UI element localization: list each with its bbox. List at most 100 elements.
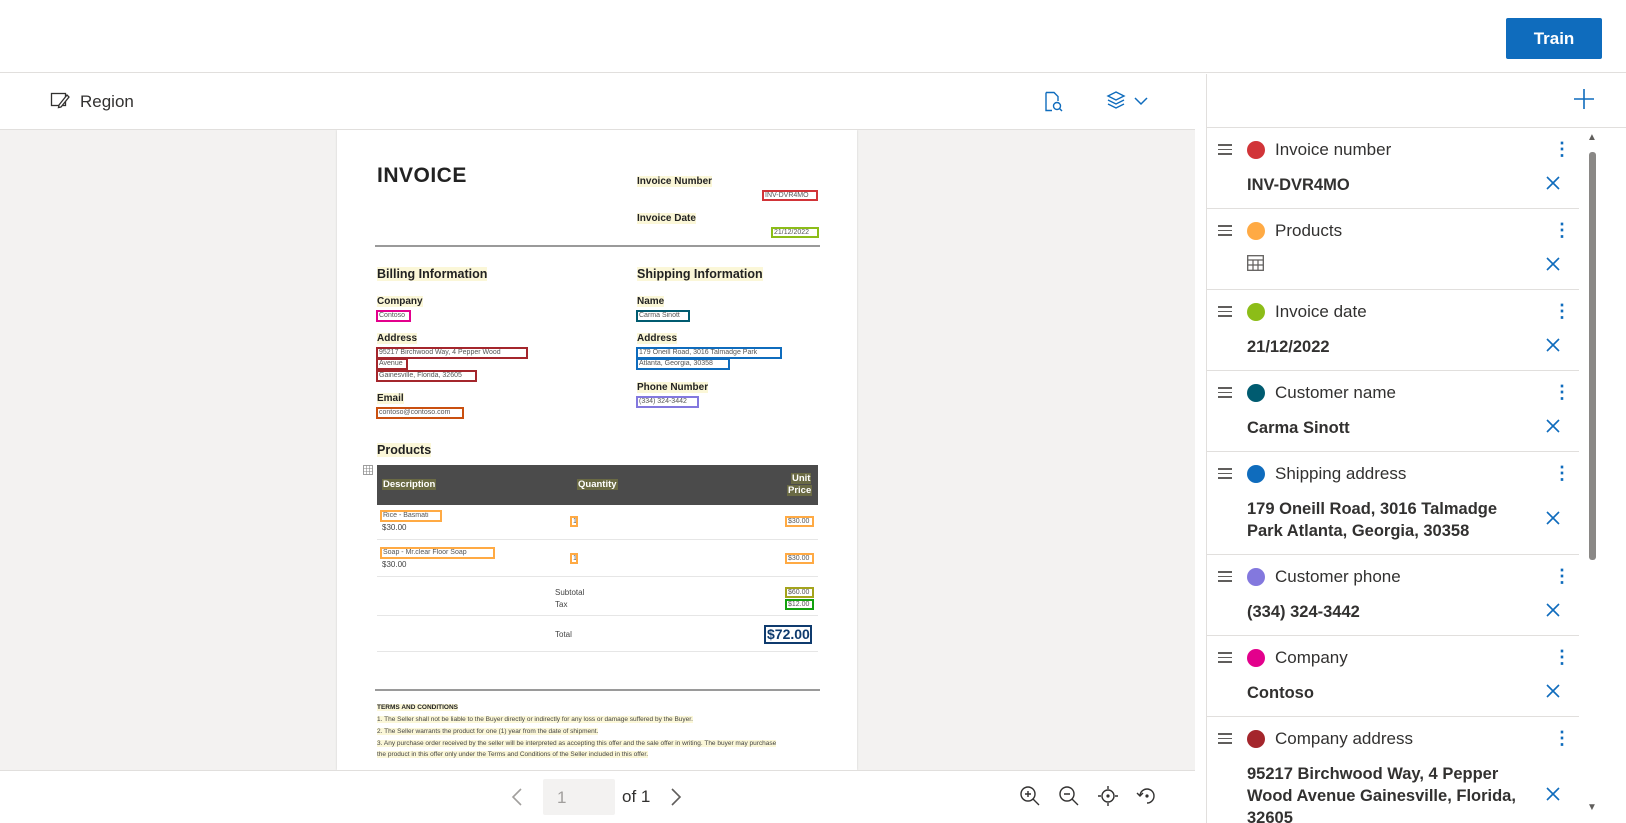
field-value-row bbox=[1207, 255, 1579, 277]
layers-dropdown[interactable] bbox=[1106, 90, 1148, 114]
scroll-up-icon[interactable]: ▲ bbox=[1587, 132, 1597, 143]
row-divider bbox=[377, 539, 818, 540]
scrollbar-thumb[interactable] bbox=[1589, 152, 1596, 560]
product-row-2-price-region[interactable]: $30.00 bbox=[785, 553, 814, 564]
field-value: 21/12/2022 bbox=[1247, 338, 1330, 356]
more-options-icon[interactable]: ⋮ bbox=[1553, 729, 1571, 747]
page-number-input[interactable]: 1 bbox=[543, 779, 615, 815]
drag-handle-icon[interactable] bbox=[1218, 571, 1234, 585]
more-options-icon[interactable]: ⋮ bbox=[1553, 567, 1571, 585]
customer-name-region[interactable]: Carma Sinott bbox=[636, 310, 690, 322]
close-icon[interactable] bbox=[1545, 683, 1561, 703]
field-name: Invoice date bbox=[1275, 302, 1367, 321]
close-icon[interactable] bbox=[1545, 175, 1561, 195]
field-value: 179 Oneill Road, 3016 Talmadge Park Atla… bbox=[1247, 500, 1498, 540]
field-item[interactable]: Customer phone ⋮ (334) 324-3442 bbox=[1207, 555, 1579, 636]
add-field-icon[interactable] bbox=[1573, 88, 1595, 113]
previous-page-icon[interactable] bbox=[510, 787, 524, 812]
row-divider bbox=[377, 615, 818, 616]
field-color-dot[interactable] bbox=[1247, 568, 1265, 586]
billing-address-line3-region[interactable]: Gainesville, Florida, 32605 bbox=[376, 370, 477, 382]
region-button[interactable]: Region bbox=[50, 90, 134, 114]
field-name: Customer phone bbox=[1275, 567, 1401, 586]
field-color-dot[interactable] bbox=[1247, 303, 1265, 321]
product-row-2-desc-region[interactable]: Soap - Mr.clear Floor Soap bbox=[380, 547, 495, 559]
page-number-value: 1 bbox=[557, 788, 567, 807]
field-list: Invoice number ⋮ INV-DVR4MO Products ⋮ I… bbox=[1207, 128, 1579, 823]
drag-handle-icon[interactable] bbox=[1218, 306, 1234, 320]
tax-region[interactable]: $12.00 bbox=[785, 599, 814, 610]
close-icon[interactable] bbox=[1545, 337, 1561, 357]
field-item[interactable]: Customer name ⋮ Carma Sinott bbox=[1207, 371, 1579, 452]
rotate-icon[interactable] bbox=[1136, 785, 1158, 812]
close-icon[interactable] bbox=[1545, 510, 1561, 530]
more-options-icon[interactable]: ⋮ bbox=[1553, 464, 1571, 482]
field-color-dot[interactable] bbox=[1247, 141, 1265, 159]
drag-handle-icon[interactable] bbox=[1218, 387, 1234, 401]
invoice-number-region[interactable]: INV-DVR4MO bbox=[762, 190, 818, 201]
document-viewer: Region INVOICE Invoice Number INV-DVR4MO… bbox=[0, 74, 1195, 823]
zoom-in-icon[interactable] bbox=[1019, 785, 1041, 812]
product-row-1-qty-region[interactable]: 1 bbox=[570, 516, 578, 527]
more-options-icon[interactable]: ⋮ bbox=[1553, 383, 1571, 401]
document-analyze-icon[interactable] bbox=[1043, 90, 1063, 114]
field-color-dot[interactable] bbox=[1247, 649, 1265, 667]
shipping-address-label: Address bbox=[637, 333, 678, 344]
email-region[interactable]: contoso@contoso.com bbox=[376, 407, 464, 419]
close-icon[interactable] bbox=[1545, 602, 1561, 622]
field-item[interactable]: Company address ⋮ 95217 Birchwood Way, 4… bbox=[1207, 717, 1579, 823]
fit-to-page-icon[interactable] bbox=[1097, 785, 1119, 812]
field-color-dot[interactable] bbox=[1247, 730, 1265, 748]
scrollbar[interactable]: ▲ ▼ bbox=[1585, 128, 1599, 823]
close-icon[interactable] bbox=[1545, 256, 1561, 276]
field-item[interactable]: Company ⋮ Contoso bbox=[1207, 636, 1579, 717]
scroll-down-icon[interactable]: ▼ bbox=[1587, 802, 1597, 813]
company-region[interactable]: Contoso bbox=[376, 310, 411, 322]
field-name: Customer name bbox=[1275, 383, 1396, 402]
table-icon[interactable] bbox=[1247, 255, 1264, 275]
product-row-2-qty-region[interactable]: 1 bbox=[570, 553, 578, 564]
product-row-1-desc-region[interactable]: Rice - Basmati bbox=[380, 510, 442, 522]
field-item[interactable]: Invoice number ⋮ INV-DVR4MO bbox=[1207, 128, 1579, 209]
document-canvas[interactable]: INVOICE Invoice Number INV-DVR4MO Invoic… bbox=[0, 130, 1195, 770]
products-heading: Products bbox=[377, 443, 432, 457]
terms-line-4: the product in this offer only under the… bbox=[377, 751, 648, 758]
close-icon[interactable] bbox=[1545, 418, 1561, 438]
more-options-icon[interactable]: ⋮ bbox=[1553, 221, 1571, 239]
total-region[interactable]: $72.00 bbox=[764, 625, 812, 644]
subtotal-region[interactable]: $60.00 bbox=[785, 587, 814, 598]
drag-handle-icon[interactable] bbox=[1218, 733, 1234, 747]
drag-handle-icon[interactable] bbox=[1218, 225, 1234, 239]
field-value-row: 21/12/2022 bbox=[1207, 336, 1579, 358]
shipping-address-line2-region[interactable]: Atlanta, Georgia, 30358 bbox=[636, 358, 730, 370]
field-name: Invoice number bbox=[1275, 140, 1392, 159]
col-unit-price-2: Price bbox=[787, 485, 813, 496]
field-value: Carma Sinott bbox=[1247, 419, 1350, 437]
field-color-dot[interactable] bbox=[1247, 465, 1265, 483]
field-color-dot[interactable] bbox=[1247, 222, 1265, 240]
invoice-page: INVOICE Invoice Number INV-DVR4MO Invoic… bbox=[337, 130, 857, 770]
phone-region[interactable]: (334) 324-3442 bbox=[636, 396, 699, 408]
more-options-icon[interactable]: ⋮ bbox=[1553, 140, 1571, 158]
top-bar: Train bbox=[0, 0, 1626, 73]
drag-handle-icon[interactable] bbox=[1218, 652, 1234, 666]
product-row-1-price-region[interactable]: $30.00 bbox=[785, 516, 814, 527]
field-color-dot[interactable] bbox=[1247, 384, 1265, 402]
drag-handle-icon[interactable] bbox=[1218, 144, 1234, 158]
field-item[interactable]: Shipping address ⋮ 179 Oneill Road, 3016… bbox=[1207, 452, 1579, 555]
zoom-out-icon[interactable] bbox=[1058, 785, 1080, 812]
next-page-icon[interactable] bbox=[669, 787, 683, 812]
close-icon[interactable] bbox=[1545, 786, 1561, 806]
more-options-icon[interactable]: ⋮ bbox=[1553, 302, 1571, 320]
viewer-toolbar: Region bbox=[0, 74, 1195, 130]
billing-address-line2-region[interactable]: Avenue bbox=[376, 358, 408, 370]
col-description: Description bbox=[382, 479, 437, 490]
train-button[interactable]: Train bbox=[1506, 18, 1602, 59]
invoice-date-region[interactable]: 21/12/2022 bbox=[771, 227, 819, 238]
product-row-2-sub: $30.00 bbox=[382, 560, 407, 569]
more-options-icon[interactable]: ⋮ bbox=[1553, 648, 1571, 666]
field-item[interactable]: Invoice date ⋮ 21/12/2022 bbox=[1207, 290, 1579, 371]
terms-line-2: 2. The Seller warrants the product for o… bbox=[377, 728, 599, 735]
field-item[interactable]: Products ⋮ bbox=[1207, 209, 1579, 290]
drag-handle-icon[interactable] bbox=[1218, 468, 1234, 482]
